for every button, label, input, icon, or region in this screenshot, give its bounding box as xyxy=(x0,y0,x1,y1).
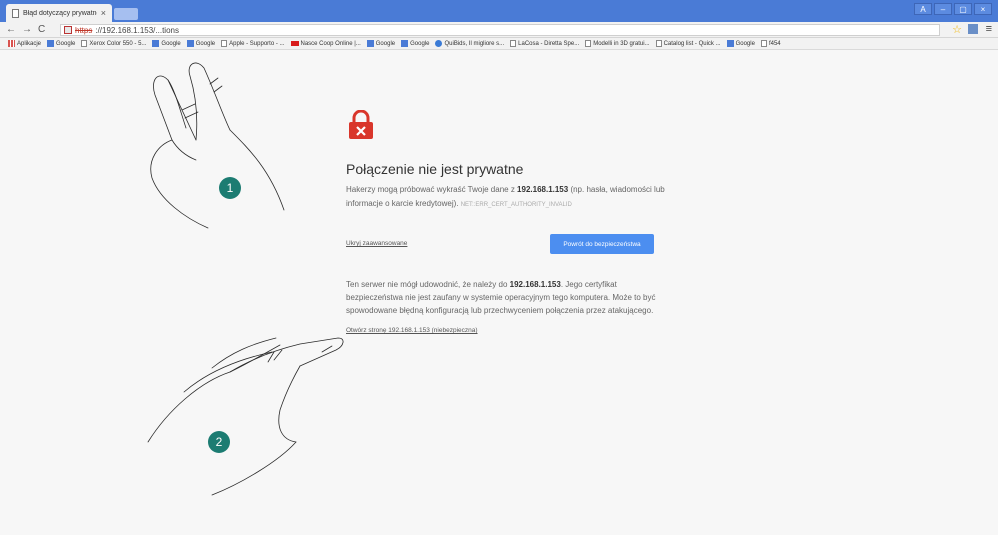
page-icon xyxy=(585,40,592,47)
apps-icon xyxy=(8,40,15,47)
bookmark-item[interactable]: Google xyxy=(152,40,181,47)
google-icon xyxy=(152,40,160,47)
nasce-icon xyxy=(290,41,299,46)
tab-title: Błąd dotyczący prywatnoś xyxy=(23,9,97,17)
page-icon xyxy=(655,40,662,47)
minimize-button[interactable]: – xyxy=(934,3,952,15)
forward-arrow-icon[interactable]: → xyxy=(22,24,32,35)
bookmark-item[interactable]: Nasce Coop Online |... xyxy=(290,41,361,47)
page-icon xyxy=(510,40,517,47)
star-icon[interactable]: ☆ xyxy=(952,23,962,36)
close-window-button[interactable]: × xyxy=(974,3,992,15)
google-icon xyxy=(186,40,194,47)
page-icon xyxy=(760,40,767,47)
back-to-safety-button[interactable]: Powrót do bezpieczeństwa xyxy=(550,234,654,254)
maximize-button[interactable]: ▢ xyxy=(954,3,972,15)
new-tab-button[interactable] xyxy=(114,8,138,20)
host-name: 192.168.1.153 xyxy=(509,280,561,289)
url-scheme: https xyxy=(75,25,93,35)
google-icon xyxy=(726,40,734,47)
google-icon xyxy=(401,40,409,47)
lock-icon xyxy=(349,110,373,139)
url-text: ://192.168.1.153/...tions xyxy=(95,25,179,35)
step-badge-1: 1 xyxy=(219,177,241,199)
back-arrow-icon[interactable]: ← xyxy=(6,24,16,35)
bookmark-item[interactable]: Aplikacje xyxy=(8,40,41,47)
extension-icon[interactable] xyxy=(968,24,978,34)
warning-text: Hakerzy mogą próbować wykraść Twoje dane… xyxy=(346,185,665,208)
bookmark-item[interactable]: Xerox Color 550 - 5... xyxy=(81,40,146,47)
broken-lock-icon[interactable] xyxy=(64,26,72,34)
window-controls: A – ▢ × xyxy=(914,3,992,15)
advanced-details-text: Ten serwer nie mógł udowodnić, że należy… xyxy=(346,280,656,315)
proceed-unsafe-link[interactable]: Otwórz stronę 192.168.1.153 (niebezpiecz… xyxy=(346,327,478,334)
bookmark-item[interactable]: Google xyxy=(47,40,75,47)
bookmark-item[interactable]: f454 xyxy=(760,40,781,47)
step-badge-2: 2 xyxy=(208,431,230,453)
address-bar[interactable]: https://192.168.1.153/...tions xyxy=(60,24,940,36)
menu-icon[interactable]: ≡ xyxy=(986,23,992,35)
google-icon xyxy=(366,40,374,47)
browser-toolbar: ← → C https://192.168.1.153/...tions ☆ ≡ xyxy=(0,22,998,38)
bookmark-item[interactable]: Google xyxy=(726,40,755,47)
close-icon[interactable]: × xyxy=(101,8,106,18)
nav-buttons: ← → C xyxy=(6,24,45,35)
bookmark-item[interactable]: QuiBids, Il migliore s... xyxy=(435,40,504,47)
browser-titlebar: Błąd dotyczący prywatnoś × A – ▢ × xyxy=(0,0,998,22)
error-code: NET::ERR_CERT_AUTHORITY_INVALID xyxy=(460,202,572,208)
reload-icon[interactable]: C xyxy=(38,24,45,35)
bookmark-item[interactable]: Google xyxy=(186,40,215,47)
bookmarks-bar: Aplikacje Google Xerox Color 550 - 5... … xyxy=(0,38,998,50)
bookmark-item[interactable]: Catalog list - Quick ... xyxy=(655,40,721,47)
page-title: Połączenie nie jest prywatne xyxy=(346,161,524,177)
bookmark-item[interactable]: Apple - Supporto - ... xyxy=(221,40,285,47)
page-icon xyxy=(221,40,228,47)
bookmark-item[interactable]: Google xyxy=(366,40,395,47)
user-button[interactable]: A xyxy=(914,3,932,15)
tab-active[interactable]: Błąd dotyczący prywatnoś × xyxy=(6,4,112,22)
bookmark-item[interactable]: Google xyxy=(401,40,429,47)
google-icon xyxy=(47,40,55,47)
hide-advanced-link[interactable]: Ukryj zaawansowane xyxy=(346,240,407,247)
bookmark-item[interactable]: LaCosa - Diretta Spe... xyxy=(510,40,579,47)
quibids-icon xyxy=(435,40,443,47)
bookmark-item[interactable]: Modelli in 3D gratui... xyxy=(585,40,650,47)
host-name: 192.168.1.153 xyxy=(517,185,569,194)
page-icon xyxy=(81,40,88,47)
page-icon xyxy=(12,8,19,18)
